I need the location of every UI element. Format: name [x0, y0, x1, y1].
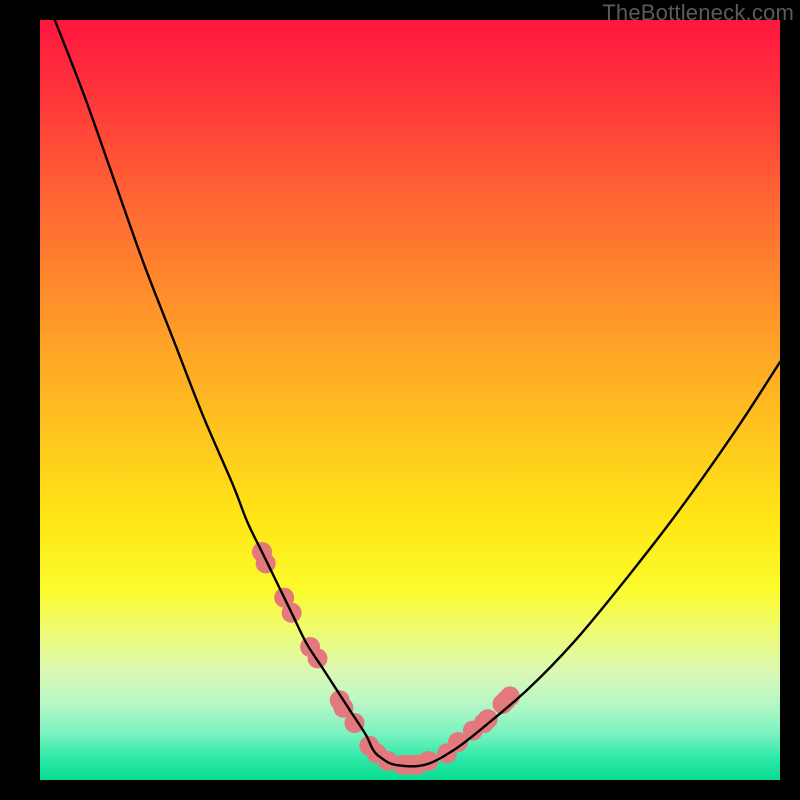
curve-layer: [40, 20, 780, 780]
chart-canvas: TheBottleneck.com: [0, 0, 800, 800]
scatter-dot: [256, 553, 276, 573]
scatter-dot: [500, 686, 520, 706]
scatter-dots: [252, 542, 520, 775]
plot-area: [40, 20, 780, 780]
bottleneck-curve: [55, 20, 780, 766]
